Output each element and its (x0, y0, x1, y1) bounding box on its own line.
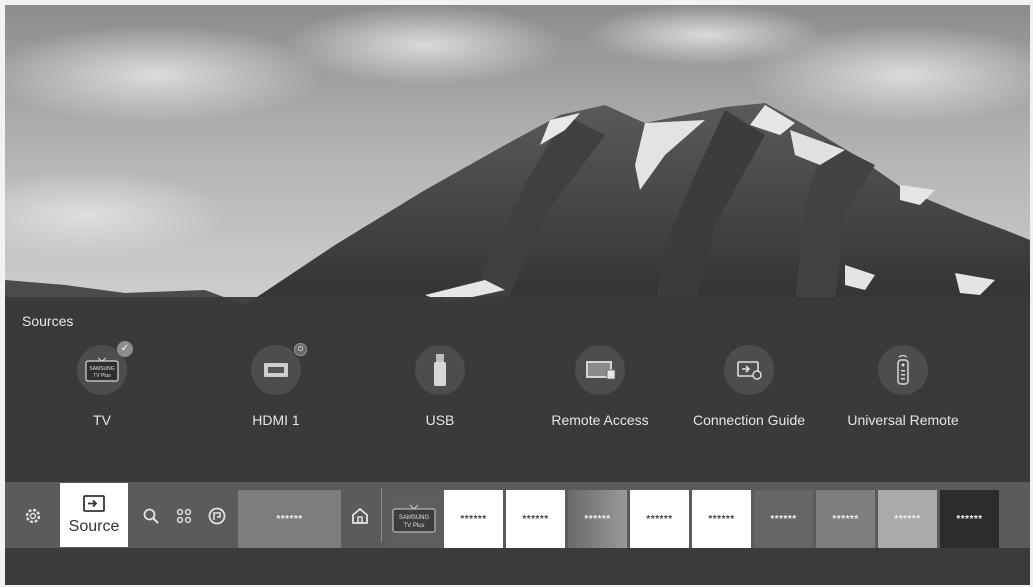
search-icon[interactable] (138, 487, 164, 545)
sources-title: Sources (22, 313, 74, 329)
samsung-tv-plus-icon: SAMSUNG TV Plus (392, 504, 436, 533)
app-tile[interactable]: ****** (692, 490, 751, 548)
tv-plus-logo-top: SAMSUNG (399, 515, 430, 521)
featured-tile[interactable]: ****** (238, 490, 341, 548)
source-label: Universal Remote (847, 412, 959, 428)
hdmi-icon (264, 363, 288, 377)
connection-guide-icon (737, 361, 762, 380)
source-connection-guide-icon-circle (724, 345, 774, 395)
apps-icon[interactable] (171, 487, 197, 545)
source-label: HDMI 1 (252, 412, 300, 428)
samsung-tv-plus-icon: SAMSUNG TV Plus (85, 357, 119, 382)
background-photo (5, 5, 1030, 305)
sources-panel: Sources SAMSUNG TV Plus ✓ TV ⏻ HDMI 1 US… (5, 297, 1030, 485)
source-usb-icon-circle (415, 345, 465, 395)
tv-logo-bottom: TV Plus (93, 373, 111, 379)
source-button-label: Source (68, 518, 120, 535)
app-tile[interactable]: ****** (444, 490, 503, 548)
source-label: Remote Access (551, 412, 649, 428)
source-tv[interactable]: SAMSUNG TV Plus ✓ TV (27, 341, 177, 428)
home-icon[interactable] (347, 487, 373, 545)
source-label: USB (425, 412, 455, 428)
source-label: TV (93, 412, 111, 428)
source-button[interactable]: Source (60, 483, 128, 547)
universal-remote-icon (897, 354, 909, 385)
source-label: Connection Guide (692, 412, 806, 428)
tv-plus-tile[interactable]: SAMSUNG TV Plus (386, 490, 442, 548)
source-usb[interactable]: USB (365, 345, 515, 428)
tv-plus-logo-bottom: TV Plus (403, 523, 424, 529)
tv-logo-top: SAMSUNG (89, 366, 114, 372)
app-tile[interactable]: ****** (568, 490, 627, 548)
gear-icon[interactable] (20, 487, 46, 545)
source-remote-access-icon-circle (575, 345, 625, 395)
app-tile[interactable]: ****** (754, 490, 813, 548)
app-tile[interactable]: ****** (630, 490, 689, 548)
source-hdmi-icon-circle: ⏻ (251, 343, 307, 395)
ambient-icon[interactable] (204, 487, 230, 545)
check-icon: ✓ (117, 341, 133, 357)
source-hdmi1[interactable]: ⏻ HDMI 1 (201, 343, 351, 428)
app-tile[interactable]: ****** (940, 490, 999, 548)
remote-access-icon (586, 361, 616, 380)
app-tile[interactable]: ****** (816, 490, 875, 548)
app-tile[interactable]: ****** (506, 490, 565, 548)
app-tile[interactable]: ****** (878, 490, 937, 548)
source-universal-remote[interactable]: Universal Remote (828, 345, 978, 428)
tv-screen: Sources SAMSUNG TV Plus ✓ TV ⏻ HDMI 1 US… (5, 5, 1030, 585)
source-connection-guide[interactable]: Connection Guide (674, 345, 824, 428)
source-universal-remote-icon-circle (878, 345, 928, 395)
usb-icon (434, 354, 446, 386)
bottom-strip (5, 548, 1030, 585)
power-icon: ⏻ (294, 343, 307, 356)
source-input-icon (83, 495, 105, 512)
home-bar: Source ****** SAMSUNG TV Plus ****** ***… (5, 482, 1030, 548)
source-remote-access[interactable]: Remote Access (525, 345, 675, 428)
bar-divider (381, 488, 382, 542)
source-tv-icon-circle: SAMSUNG TV Plus ✓ (77, 341, 133, 395)
